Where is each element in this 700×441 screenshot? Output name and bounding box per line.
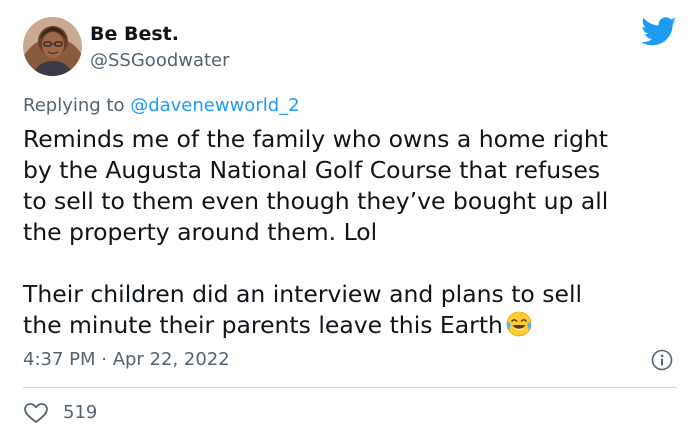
replying-to: Replying to @davenewworld_2 bbox=[23, 95, 300, 117]
divider bbox=[23, 387, 677, 388]
tweet-timestamp[interactable]: 4:37 PM · Apr 22, 2022 bbox=[23, 349, 230, 371]
like-action[interactable]: 519 bbox=[23, 402, 97, 424]
tweet-card: Be Best. @SSGoodwater Replying to @daven… bbox=[0, 0, 700, 441]
avatar[interactable] bbox=[23, 17, 82, 76]
replying-to-prefix: Replying to bbox=[23, 95, 131, 116]
info-icon[interactable] bbox=[651, 349, 673, 371]
avatar-photo-icon bbox=[23, 17, 82, 76]
author-name[interactable]: Be Best. bbox=[90, 22, 179, 46]
tweet-paragraph-2: Their children did an interview and plan… bbox=[23, 279, 683, 341]
author-handle[interactable]: @SSGoodwater bbox=[90, 50, 230, 72]
tweet-paragraph-1: Reminds me of the family who owns a home… bbox=[23, 125, 609, 246]
reply-mention-link[interactable]: @davenewworld_2 bbox=[130, 95, 299, 116]
tweet-text: Reminds me of the family who owns a home… bbox=[23, 124, 683, 341]
tears-of-joy-emoji-icon bbox=[505, 310, 533, 338]
heart-icon[interactable] bbox=[23, 402, 49, 424]
tweet-paragraph-2-text: Their children did an interview and plan… bbox=[23, 280, 583, 339]
twitter-bird-icon[interactable] bbox=[641, 17, 677, 47]
like-count: 519 bbox=[63, 402, 98, 423]
